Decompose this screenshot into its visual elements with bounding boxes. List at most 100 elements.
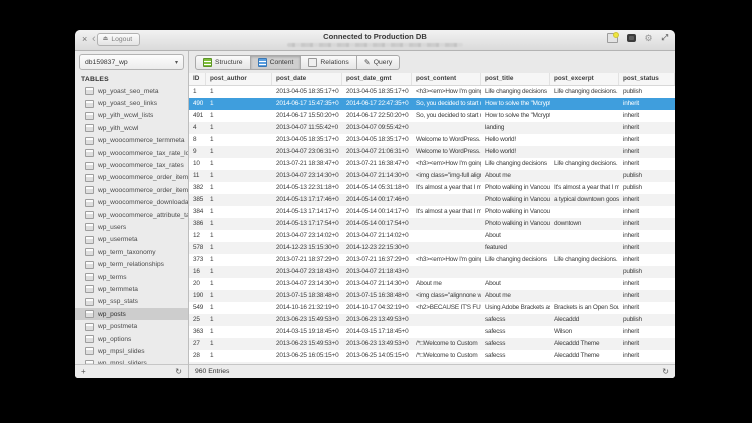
sidebar-item-wp_ssp_stats[interactable]: wp_ssp_stats: [75, 296, 188, 308]
gear-icon[interactable]: ⚙: [645, 33, 653, 43]
cell: Alecaddd: [554, 316, 580, 323]
table-row[interactable]: 28 1 2013-06-25 16:05:15+0 2013-06-25 14:05…: [189, 350, 675, 362]
sidebar-item-wp_posts[interactable]: wp_posts: [75, 308, 188, 321]
entries-count: 960 Entries: [195, 368, 230, 375]
cell: 2013-04-07 09:55:42+0: [346, 124, 409, 131]
sidebar-item-wp_postmeta[interactable]: wp_postmeta: [75, 320, 188, 332]
table-row[interactable]: 385 1 2014-05-13 17:17:46+0 2014-05-14 00:1…: [189, 194, 675, 206]
table-row[interactable]: 8 1 2013-04-05 18:35:17+0 2013-04-05 18:35:…: [189, 134, 675, 146]
cell: 12: [193, 232, 200, 239]
table-row[interactable]: 491 1 2014-06-17 15:50:20+0 2014-06-17 22:5…: [189, 110, 675, 122]
sidebar-statusbar: + ↻: [75, 364, 188, 378]
cell: Welcome to WordPress. T: [416, 148, 481, 155]
table-row[interactable]: 25 1 2013-06-23 15:49:53+0 2013-06-23 13:49…: [189, 314, 675, 326]
cell: 2014-03-15 17:18:45+0: [346, 328, 409, 335]
sidebar-item-wp_term_taxonomy[interactable]: wp_term_taxonomy: [75, 246, 188, 258]
sidebar-item-wp_users[interactable]: wp_users: [75, 221, 188, 233]
cell: 2013-07-21 18:38:47+0: [276, 160, 339, 167]
close-icon[interactable]: ×: [82, 34, 87, 44]
sidebar-item-wp_options[interactable]: wp_options: [75, 333, 188, 345]
cell: 2013-06-25 16:05:15+0: [276, 352, 339, 359]
sidebar-item-wp_woocommerce_attribute_tax…[interactable]: wp_woocommerce_attribute_tax…: [75, 209, 188, 221]
column-header-post_date[interactable]: post_date: [272, 73, 342, 85]
column-header-post_date_gmt[interactable]: post_date_gmt: [342, 73, 412, 85]
column-header-id[interactable]: ID: [189, 73, 206, 85]
table-row[interactable]: 12 1 2013-04-07 23:14:02+0 2013-04-07 21:14…: [189, 230, 675, 242]
add-table-button[interactable]: +: [81, 367, 86, 376]
logout-button[interactable]: ⏏ Logout: [96, 32, 141, 46]
table-row[interactable]: 490 1 2014-06-17 15:47:35+0 2014-06-17 22:4…: [189, 98, 675, 110]
notification-badge-icon[interactable]: [606, 32, 619, 43]
table-row[interactable]: 382 1 2014-05-13 22:31:18+0 2014-05-14 05:3…: [189, 182, 675, 194]
cell: 1: [210, 244, 214, 251]
column-header-post_content[interactable]: post_content: [412, 73, 481, 85]
column-header-post_title[interactable]: post_title: [481, 73, 550, 85]
cell: 190: [193, 292, 204, 299]
sidebar-item-wp_termmeta[interactable]: wp_termmeta: [75, 283, 188, 295]
table-icon: [85, 297, 94, 306]
tab-structure[interactable]: Structure: [195, 54, 251, 70]
cell: 1: [210, 136, 214, 143]
cell: inherit: [623, 304, 640, 311]
sidebar-item-wp_woocommerce_order_itemm…[interactable]: wp_woocommerce_order_itemm…: [75, 184, 188, 196]
cell: [550, 206, 619, 218]
main-panel: Structure Content Relations ✎ Query ID post_a…: [189, 51, 675, 378]
sidebar-item-wp_yoast_seo_meta[interactable]: wp_yoast_seo_meta: [75, 85, 188, 97]
sidebar-item-wp_woocommerce_tax_rate_loca…[interactable]: wp_woocommerce_tax_rate_loca…: [75, 147, 188, 159]
table-row[interactable]: 384 1 2014-05-13 17:14:17+0 2014-05-14 00:1…: [189, 206, 675, 218]
sidebar-item-wp_yith_wcwl[interactable]: wp_yith_wcwl: [75, 122, 188, 134]
cell: 1: [210, 148, 214, 155]
refresh-tables-button[interactable]: ↻: [175, 367, 182, 376]
sidebar-item-wp_yoast_seo_links[interactable]: wp_yoast_seo_links: [75, 97, 188, 109]
cell: 2014-06-17 15:47:35+0: [276, 100, 339, 107]
table-icon: [85, 322, 94, 331]
table-row[interactable]: 9 1 2013-04-07 23:06:31+0 2013-04-07 21:06:…: [189, 146, 675, 158]
cell: 2013-06-23 13:49:53+0: [346, 316, 409, 323]
table-row[interactable]: 11 1 2013-04-07 23:14:30+0 2013-04-07 21:14…: [189, 170, 675, 182]
column-header-post_author[interactable]: post_author: [206, 73, 272, 85]
table-icon: [85, 99, 94, 108]
table-row[interactable]: 20 1 2013-04-07 23:14:30+0 2013-04-07 21:14…: [189, 278, 675, 290]
table-row[interactable]: 27 1 2013-06-23 15:49:53+0 2013-06-23 13:49…: [189, 338, 675, 350]
tab-query[interactable]: ✎ Query: [356, 54, 401, 70]
table-row[interactable]: 1 1 2013-04-05 18:35:17+0 2013-04-05 18:35:…: [189, 86, 675, 98]
table-row[interactable]: 549 1 2014-10-16 21:32:19+0 2014-10-17 04:3…: [189, 302, 675, 314]
cell: It's almost a year that I m: [416, 208, 481, 215]
table-row[interactable]: 10 1 2013-07-21 18:38:47+0 2013-07-21 16:38…: [189, 158, 675, 170]
sidebar-item-wp_term_relationships[interactable]: wp_term_relationships: [75, 258, 188, 270]
sidebar-item-wp_woocommerce_tax_rates[interactable]: wp_woocommerce_tax_rates: [75, 159, 188, 171]
sidebar-item-wp_usermeta[interactable]: wp_usermeta: [75, 234, 188, 246]
sidebar-item-wp_woocommerce_termmeta[interactable]: wp_woocommerce_termmeta: [75, 135, 188, 147]
sidebar-item-wp_mpsl_slides[interactable]: wp_mpsl_slides: [75, 345, 188, 357]
cell: publish: [623, 172, 642, 179]
table-row[interactable]: 386 1 2014-05-13 17:17:54+0 2014-05-14 00:1…: [189, 218, 675, 230]
console-icon[interactable]: [626, 34, 636, 42]
eject-icon: ⏏: [102, 35, 109, 42]
sidebar-item-wp_terms[interactable]: wp_terms: [75, 271, 188, 283]
tab-relations[interactable]: Relations: [301, 54, 357, 70]
sidebar-item-wp_woocommerce_order_items[interactable]: wp_woocommerce_order_items: [75, 172, 188, 184]
refresh-data-button[interactable]: ↻: [662, 367, 669, 376]
table-row[interactable]: 16 1 2013-04-07 23:18:43+0 2013-04-07 21:18…: [189, 266, 675, 278]
cell: 2014-05-13 17:14:17+0: [276, 208, 339, 215]
yellow-dot-icon: [612, 32, 619, 38]
view-tabs: Structure Content Relations ✎ Query: [189, 51, 675, 73]
column-header-post_excerpt[interactable]: post_excerpt: [550, 73, 619, 85]
expand-icon[interactable]: ⤢: [662, 33, 668, 43]
database-selector[interactable]: db159837_wp ▾: [79, 54, 184, 70]
sidebar-item-wp_woocommerce_downloadabl…[interactable]: wp_woocommerce_downloadabl…: [75, 197, 188, 209]
table-row[interactable]: 363 1 2014-03-15 19:18:45+0 2014-03-15 17:1…: [189, 326, 675, 338]
column-header-post_status[interactable]: post_status: [619, 73, 675, 85]
table-row[interactable]: 373 1 2013-07-21 18:37:29+0 2013-07-21 16:3…: [189, 254, 675, 266]
table-row[interactable]: 190 1 2013-07-15 18:38:48+0 2013-07-15 16:3…: [189, 290, 675, 302]
table-row[interactable]: 4 1 2013-04-07 11:55:42+0 2013-04-07 09:55:…: [189, 122, 675, 134]
cell: 27: [193, 340, 200, 347]
content-list-icon: [257, 57, 267, 67]
table-row[interactable]: 578 1 2014-12-23 15:15:30+0 2014-12-23 22:1…: [189, 242, 675, 254]
cell: 1: [210, 268, 214, 275]
cell: 2014-06-17 22:50:20+0: [346, 112, 409, 119]
sidebar-item-wp_yith_wcwl_lists[interactable]: wp_yith_wcwl_lists: [75, 110, 188, 122]
cell: 2013-04-07 23:14:30+0: [276, 280, 339, 287]
tab-content[interactable]: Content: [250, 54, 302, 70]
cell: About me: [485, 172, 511, 179]
